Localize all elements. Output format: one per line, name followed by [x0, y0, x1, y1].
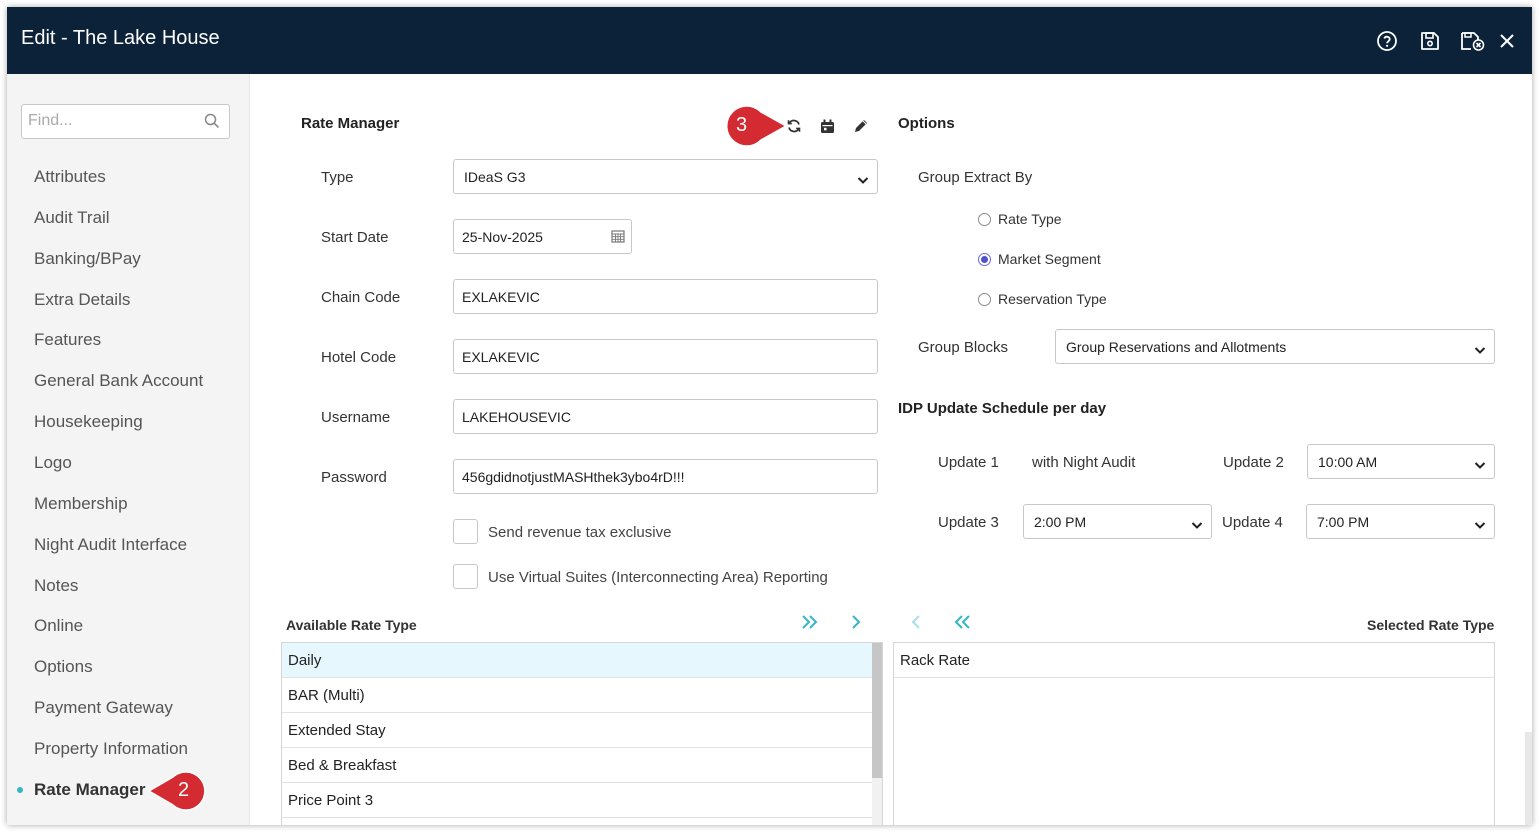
- group-blocks-select[interactable]: Group Reservations and Allotments: [1055, 329, 1495, 364]
- selected-rate-type-heading: Selected Rate Type: [1367, 617, 1495, 633]
- move-right-icon[interactable]: [850, 614, 862, 635]
- chevron-down-icon: [1474, 342, 1486, 358]
- sidebar-item-options[interactable]: Options: [34, 657, 93, 677]
- edit-window: Edit - The Lake House Attributes Audit T…: [7, 7, 1532, 825]
- type-label: Type: [321, 169, 354, 186]
- group-blocks-label: Group Blocks: [918, 339, 1009, 356]
- sidebar-item-rate-manager[interactable]: Rate Manager: [34, 780, 145, 800]
- username-label: Username: [321, 409, 391, 426]
- date-picker-icon[interactable]: [611, 229, 625, 246]
- list-item[interactable]: Extended Stay: [282, 713, 872, 748]
- title-bar: Edit - The Lake House: [7, 7, 1532, 74]
- radio-reservation-type-label: Reservation Type: [998, 291, 1107, 307]
- update2-select[interactable]: 10:00 AM: [1307, 444, 1495, 479]
- rate-manager-heading: Rate Manager: [301, 115, 400, 132]
- idp-heading: IDP Update Schedule per day: [898, 400, 1107, 417]
- save-icon[interactable]: [1418, 29, 1442, 53]
- hotel-code-field[interactable]: EXLAKEVIC: [453, 339, 878, 374]
- chevron-down-icon: [857, 172, 869, 188]
- sidebar-item-payment-gateway[interactable]: Payment Gateway: [34, 698, 173, 718]
- update1-value: with Night Audit: [1032, 454, 1136, 471]
- page-scrollbar[interactable]: [1525, 732, 1532, 825]
- send-revenue-checkbox[interactable]: [453, 519, 478, 544]
- radio-market-segment[interactable]: [978, 253, 991, 266]
- sidebar-item-night-audit-interface[interactable]: Night Audit Interface: [34, 535, 187, 555]
- available-rate-type-list: Daily BAR (Multi) Extended Stay Bed & Br…: [281, 642, 883, 825]
- sidebar-item-property-information[interactable]: Property Information: [34, 739, 188, 759]
- hotel-code-label: Hotel Code: [321, 349, 397, 366]
- active-indicator: [17, 787, 23, 793]
- chevron-down-icon: [1474, 457, 1486, 473]
- virtual-suites-checkbox[interactable]: [453, 564, 478, 589]
- sidebar-item-housekeeping[interactable]: Housekeeping: [34, 412, 143, 432]
- search-input[interactable]: [28, 112, 198, 130]
- update3-label: Update 3: [938, 514, 999, 531]
- radio-market-segment-label: Market Segment: [998, 251, 1101, 267]
- sidebar-item-general-bank-account[interactable]: General Bank Account: [34, 371, 203, 391]
- close-icon[interactable]: [1495, 29, 1519, 53]
- move-all-left-icon[interactable]: [953, 614, 971, 635]
- help-icon[interactable]: [1375, 29, 1399, 53]
- search-icon[interactable]: [204, 113, 220, 134]
- sidebar-item-features[interactable]: Features: [34, 330, 101, 350]
- window-title: Edit - The Lake House: [21, 27, 220, 49]
- list-item[interactable]: Price Point 3: [282, 783, 872, 818]
- move-all-right-icon[interactable]: [801, 614, 819, 635]
- options-heading: Options: [898, 115, 955, 132]
- update4-label: Update 4: [1222, 514, 1283, 531]
- edit-icon[interactable]: [852, 117, 870, 135]
- username-field[interactable]: LAKEHOUSEVIC: [453, 399, 878, 434]
- callout-badge-3: 3: [716, 104, 788, 148]
- sidebar-item-logo[interactable]: Logo: [34, 453, 72, 473]
- sidebar-item-banking[interactable]: Banking/BPay: [34, 249, 141, 269]
- password-field[interactable]: 456gdidnotjustMASHthek3ybo4rD!!!: [453, 459, 878, 494]
- radio-reservation-type[interactable]: [978, 293, 991, 306]
- list-item[interactable]: BAR (Multi): [282, 678, 872, 713]
- start-date-field[interactable]: 25-Nov-2025: [453, 219, 632, 254]
- sidebar-item-notes[interactable]: Notes: [34, 576, 78, 596]
- refresh-icon[interactable]: [785, 117, 803, 135]
- type-select[interactable]: IDeaS G3: [453, 159, 878, 194]
- move-left-icon[interactable]: [910, 614, 922, 635]
- save-close-icon[interactable]: [1459, 29, 1487, 53]
- list-item[interactable]: Bed & Breakfast: [282, 748, 872, 783]
- password-label: Password: [321, 469, 387, 486]
- selected-rate-type-list: Rack Rate: [893, 642, 1495, 825]
- scrollbar-track[interactable]: [872, 643, 882, 825]
- radio-rate-type[interactable]: [978, 213, 991, 226]
- radio-rate-type-label: Rate Type: [998, 211, 1062, 227]
- list-item[interactable]: Daily: [282, 643, 872, 678]
- chain-code-label: Chain Code: [321, 289, 401, 306]
- list-item[interactable]: Rack Rate: [894, 643, 1494, 678]
- update4-select[interactable]: 7:00 PM: [1306, 504, 1495, 539]
- callout-badge-2: 2: [147, 770, 211, 812]
- group-extract-label: Group Extract By: [918, 169, 1033, 186]
- chevron-down-icon: [1474, 517, 1486, 533]
- sidebar-item-extra-details[interactable]: Extra Details: [34, 290, 130, 310]
- virtual-suites-label: Use Virtual Suites (Interconnecting Area…: [488, 569, 828, 586]
- update3-select[interactable]: 2:00 PM: [1023, 504, 1212, 539]
- sidebar-item-attributes[interactable]: Attributes: [34, 167, 106, 187]
- scrollbar-thumb[interactable]: [872, 643, 882, 778]
- chain-code-field[interactable]: EXLAKEVIC: [453, 279, 878, 314]
- sidebar-item-audit-trail[interactable]: Audit Trail: [34, 208, 110, 228]
- update2-label: Update 2: [1223, 454, 1284, 471]
- sidebar-item-online[interactable]: Online: [34, 616, 83, 636]
- calendar-icon[interactable]: [818, 117, 836, 135]
- sidebar-search[interactable]: [21, 104, 230, 139]
- update1-label: Update 1: [938, 454, 999, 471]
- sidebar: Attributes Audit Trail Banking/BPay Extr…: [7, 74, 250, 825]
- start-date-label: Start Date: [321, 229, 389, 246]
- send-revenue-label: Send revenue tax exclusive: [488, 524, 672, 541]
- available-rate-type-heading: Available Rate Type: [286, 617, 417, 633]
- sidebar-item-membership[interactable]: Membership: [34, 494, 128, 514]
- chevron-down-icon: [1191, 517, 1203, 533]
